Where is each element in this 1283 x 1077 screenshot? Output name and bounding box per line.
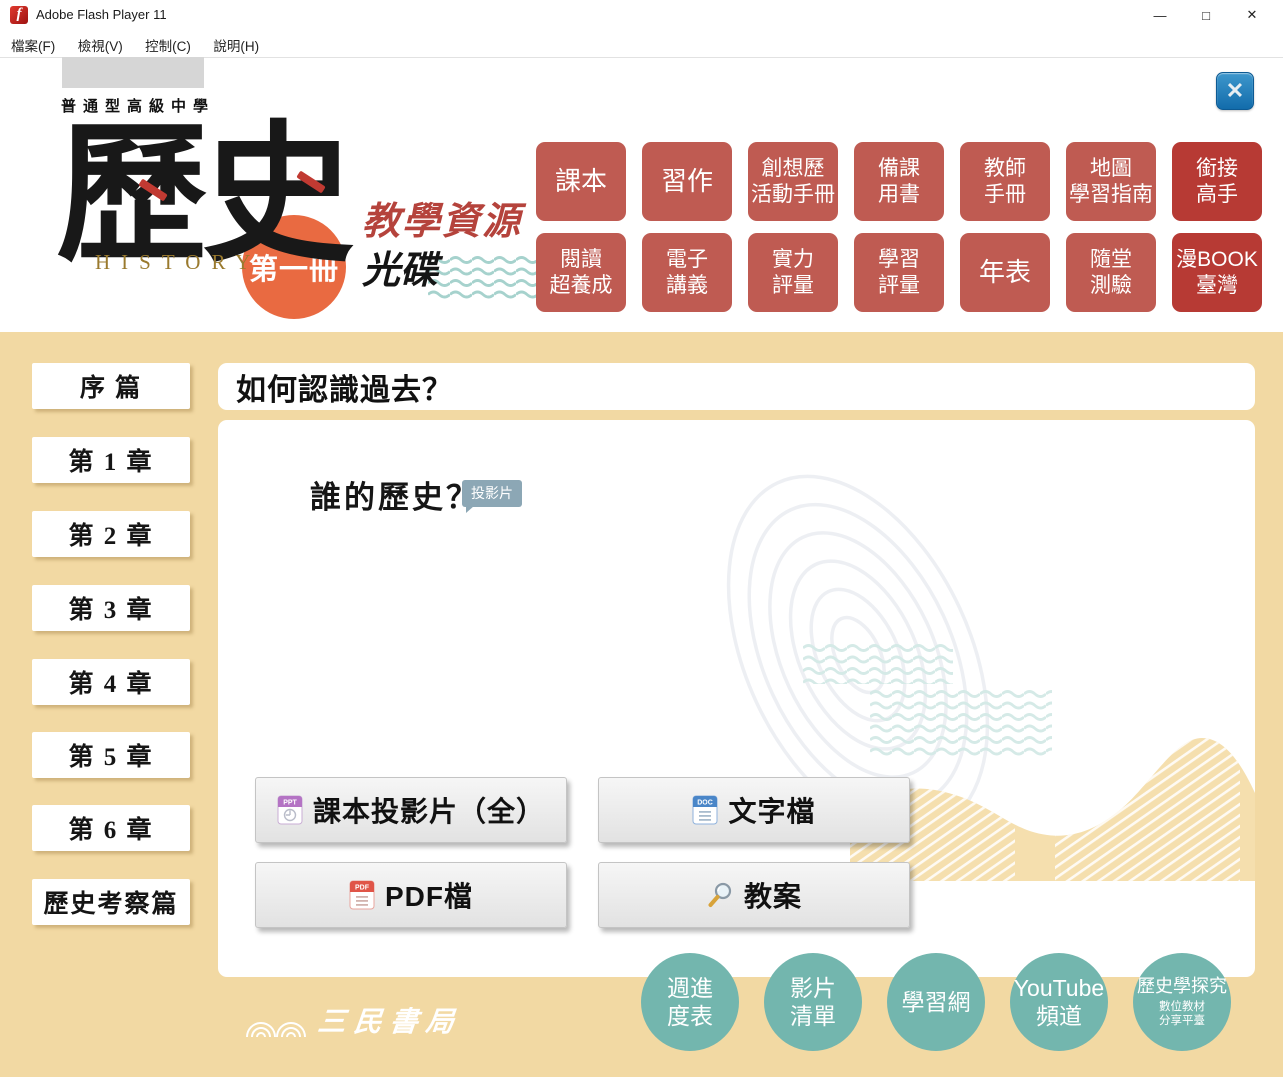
close-icon[interactable]: ✕ [1229, 0, 1275, 30]
learning-site-button[interactable]: 學習網 [887, 953, 985, 1051]
sidebar-item-fieldwork[interactable]: 歷史考察篇 [32, 879, 190, 925]
resource-button-grid: 課本 習作 創想歷活動手冊 備課用書 教師手冊 地圖學習指南 銜接高手 閱讀超養… [536, 142, 1262, 312]
pdf-file-icon: PDF [349, 880, 375, 910]
menu-help[interactable]: 說明(H) [204, 30, 268, 55]
menu-view[interactable]: 檢視(V) [69, 30, 132, 55]
pdf-file-button[interactable]: PDF PDF檔 [255, 862, 567, 928]
app-close-button[interactable]: ✕ [1216, 72, 1254, 110]
resource-button-learning-assessment[interactable]: 學習評量 [854, 233, 944, 312]
flash-logo-icon: f [10, 6, 28, 24]
menu-bar: 檔案(F) 檢視(V) 控制(C) 說明(H) [0, 30, 1283, 58]
app-close-icon: ✕ [1226, 78, 1244, 104]
sidebar-item-ch4[interactable]: 第 4 章 [32, 659, 190, 705]
flash-player-window: f Adobe Flash Player 11 — □ ✕ 檔案(F) 檢視(V… [0, 0, 1283, 1077]
window-title: Adobe Flash Player 11 [36, 7, 167, 22]
section-title: 如何認識過去？ [236, 365, 453, 409]
title-bar: f Adobe Flash Player 11 — □ ✕ [0, 0, 1283, 30]
sidebar-item-ch3[interactable]: 第 3 章 [32, 585, 190, 631]
hills-decoration [850, 735, 1255, 885]
resource-button-electure[interactable]: 電子講義 [642, 233, 732, 312]
subject-title-en: HISTORY [95, 250, 261, 275]
sidebar-item-ch5[interactable]: 第 5 章 [32, 732, 190, 778]
slide-badge: 投影片 [462, 480, 522, 507]
window-controls: — □ ✕ [1137, 0, 1275, 30]
text-file-button[interactable]: DOC 文字檔 [598, 777, 910, 843]
resource-button-workbook[interactable]: 習作 [642, 142, 732, 221]
sidebar-item-ch2[interactable]: 第 2 章 [32, 511, 190, 557]
sidebar-item-ch6[interactable]: 第 6 章 [32, 805, 190, 851]
video-list-button[interactable]: 影片 清單 [764, 953, 862, 1051]
resource-button-reading[interactable]: 閱讀超養成 [536, 233, 626, 312]
content-panel: 誰的歷史？ 投影片 PPT 課本投影片（全） DOC [218, 420, 1255, 977]
minimize-icon[interactable]: — [1137, 0, 1183, 30]
resource-button-activity-manual[interactable]: 創想歷活動手冊 [748, 142, 838, 221]
lesson-plan-button[interactable]: 教案 [598, 862, 910, 928]
history-inquiry-button[interactable]: 歷史學探究 數位教材 分享平臺 [1133, 953, 1231, 1051]
resource-button-map-guide[interactable]: 地圖學習指南 [1066, 142, 1156, 221]
wave-decoration [428, 254, 544, 302]
main-area: 序 篇 第 1 章 第 2 章 第 3 章 第 4 章 第 5 章 第 6 章 … [0, 332, 1283, 1077]
pdf-file-label: PDF檔 [385, 875, 473, 915]
svg-text:PDF: PDF [355, 885, 370, 892]
menu-control[interactable]: 控制(C) [136, 30, 200, 55]
item-title: 誰的歷史？ [310, 472, 480, 517]
sidebar-item-ch1[interactable]: 第 1 章 [32, 437, 190, 483]
ppt-file-icon: PPT [277, 795, 303, 825]
publisher-name: 三民書局 [316, 1000, 464, 1040]
slides-all-button[interactable]: PPT 課本投影片（全） [255, 777, 567, 843]
maximize-icon[interactable]: □ [1183, 0, 1229, 30]
svg-text:DOC: DOC [698, 800, 714, 807]
sidebar-item-intro[interactable]: 序 篇 [32, 363, 190, 409]
resource-button-bridge-expert[interactable]: 銜接高手 [1172, 142, 1262, 221]
text-file-label: 文字檔 [728, 790, 815, 830]
wave-watermark [803, 642, 953, 684]
weekly-schedule-button[interactable]: 週進 度表 [641, 953, 739, 1051]
svg-text:PPT: PPT [283, 800, 297, 807]
sanmin-arches-icon [244, 1006, 308, 1040]
resource-button-quiz[interactable]: 隨堂測驗 [1066, 233, 1156, 312]
magnifier-icon [706, 881, 734, 909]
resource-label: 教學資源 [362, 190, 522, 245]
resource-button-manbook-taiwan[interactable]: 漫BOOK臺灣 [1172, 233, 1262, 312]
section-header: 如何認識過去？ [218, 363, 1255, 410]
resource-button-teacher-manual[interactable]: 教師手冊 [960, 142, 1050, 221]
resource-button-timeline[interactable]: 年表 [960, 233, 1050, 312]
disc-label: 光碟 [362, 239, 438, 294]
menu-file[interactable]: 檔案(F) [2, 30, 64, 55]
slides-all-label: 課本投影片（全） [313, 790, 545, 830]
publisher-logo: 三民書局 [244, 1000, 462, 1040]
hero-section: 普通型高級中學 第一冊 歷史 HISTORY 教學資源 光碟 ✕ 課本 習作 創… [0, 58, 1283, 332]
resource-button-skill-assessment[interactable]: 實力評量 [748, 233, 838, 312]
youtube-channel-button[interactable]: YouTube 頻道 [1010, 953, 1108, 1051]
publisher-logo-placeholder [62, 57, 204, 88]
lesson-plan-label: 教案 [744, 875, 802, 915]
doc-file-icon: DOC [692, 795, 718, 825]
resource-button-textbook[interactable]: 課本 [536, 142, 626, 221]
resource-button-lesson-prep[interactable]: 備課用書 [854, 142, 944, 221]
